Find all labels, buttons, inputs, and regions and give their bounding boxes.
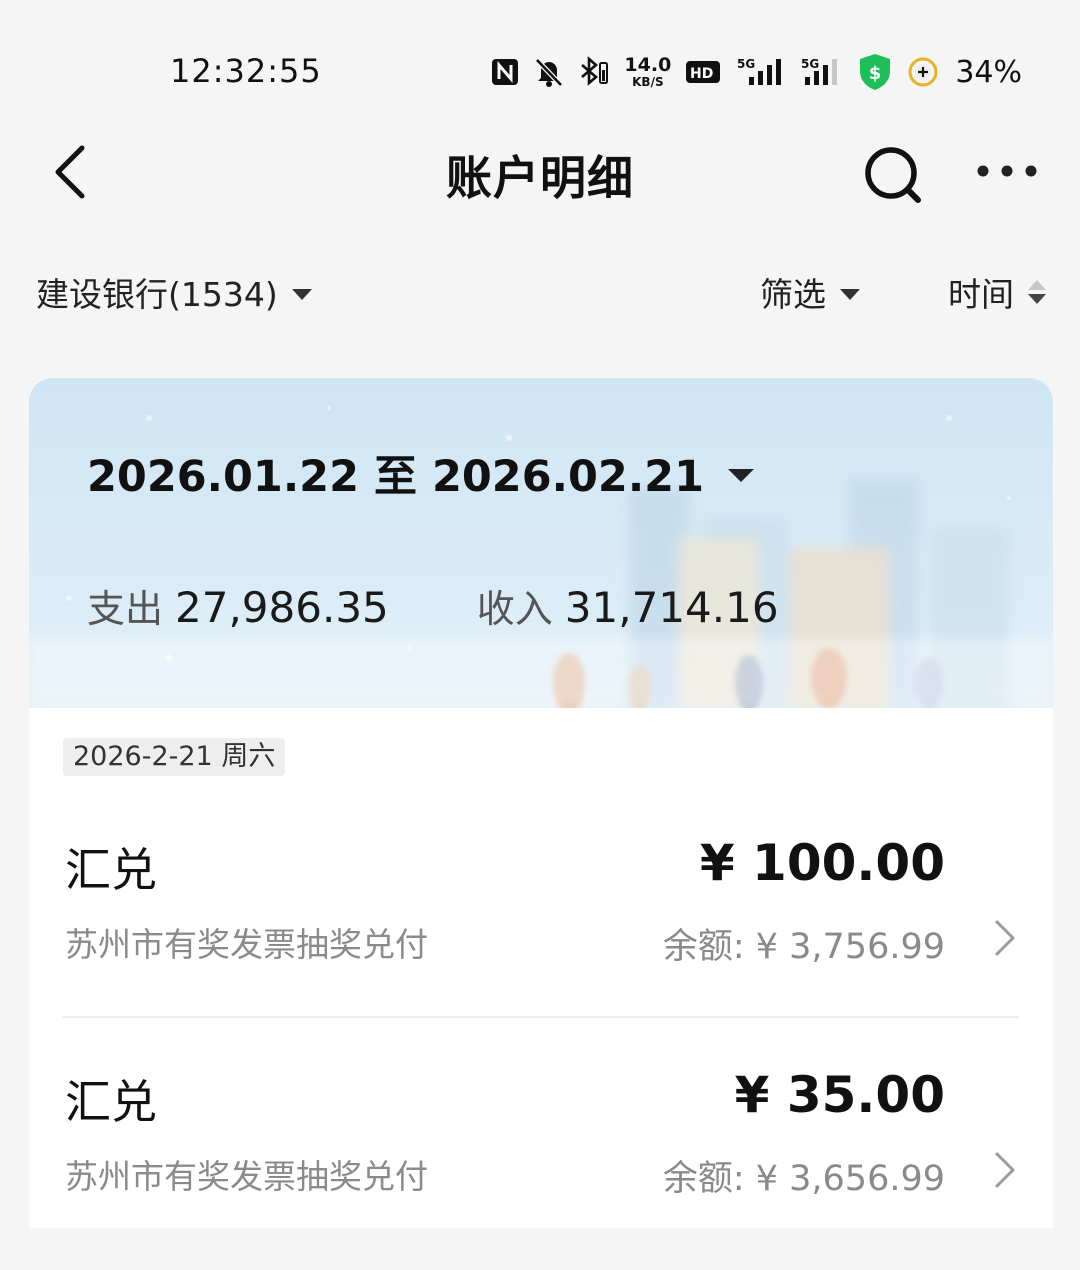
security-shield-icon: $ xyxy=(857,52,893,92)
income-value: 31,714.16 xyxy=(564,583,779,632)
more-icon[interactable] xyxy=(974,156,1040,186)
expense-value: 27,986.35 xyxy=(175,583,389,632)
status-icons: 14.0 KB/S HD 5G 5G $ 34% xyxy=(490,50,1022,94)
nfc-icon xyxy=(490,57,520,87)
date-group-header: 2026-2-21 周六 xyxy=(63,738,286,776)
transaction-amount: ¥ 100.00 xyxy=(699,834,945,892)
chevron-down-icon xyxy=(840,288,860,300)
battery-saver-icon xyxy=(907,56,939,88)
signal-5g-icon: 5G xyxy=(735,55,787,89)
filter-button[interactable]: 筛选 xyxy=(760,268,860,316)
date-range-selector[interactable]: 2026.01.22 至 2026.02.21 xyxy=(87,442,754,504)
transaction-balance: 余额: ¥ 3,656.99 xyxy=(662,1159,945,1199)
transaction-description: 苏州市有奖发票抽奖兑付 xyxy=(65,1157,428,1196)
transaction-description: 苏州市有奖发票抽奖兑付 xyxy=(65,925,428,964)
income-label: 收入 xyxy=(476,587,553,631)
expense-label: 支出 xyxy=(87,587,164,631)
bluetooth-battery-icon xyxy=(578,56,610,88)
svg-text:$: $ xyxy=(869,63,882,84)
search-icon[interactable] xyxy=(862,144,926,208)
account-selector[interactable]: 建设银行(1534) xyxy=(36,268,312,316)
transaction-row[interactable]: 汇兑 ¥ 100.00 苏州市有奖发票抽奖兑付 余额: ¥ 3,756.99 xyxy=(29,806,1053,1038)
signal-5g-icon: 5G xyxy=(801,55,843,89)
divider xyxy=(63,1016,1019,1018)
app-header: 账户明细 xyxy=(0,130,1080,214)
filter-row: 建设银行(1534) 筛选 时间 xyxy=(0,262,1080,322)
account-label: 建设银行(1534) xyxy=(36,275,278,314)
status-time: 12:32:55 xyxy=(170,52,322,90)
sort-icon xyxy=(1028,280,1046,304)
banner-illustration xyxy=(29,406,1053,708)
totals: 支出 27,986.35 收入 31,714.16 xyxy=(87,578,779,633)
sort-time-button[interactable]: 时间 xyxy=(948,268,1046,316)
transaction-balance: 余额: ¥ 3,756.99 xyxy=(662,927,945,967)
svg-text:HD: HD xyxy=(690,66,713,82)
chevron-down-icon xyxy=(728,468,754,482)
chevron-right-icon xyxy=(991,1148,1019,1192)
sort-label: 时间 xyxy=(948,275,1014,314)
transaction-title: 汇兑 xyxy=(65,843,157,897)
chevron-down-icon xyxy=(291,288,312,300)
status-bar: 12:32:55 14.0 KB/S HD 5G 5G $ 34% xyxy=(0,0,1080,130)
mute-icon xyxy=(534,56,564,88)
hd-icon: HD xyxy=(685,59,721,85)
battery-percent: 34% xyxy=(955,54,1022,90)
chevron-right-icon xyxy=(991,916,1019,960)
svg-text:5G: 5G xyxy=(737,57,755,71)
network-speed: 14.0 KB/S xyxy=(624,54,672,89)
date-range-label: 2026.01.22 至 2026.02.21 xyxy=(87,452,704,502)
transaction-list: 2026-2-21 周六 汇兑 ¥ 100.00 苏州市有奖发票抽奖兑付 余额:… xyxy=(29,708,1053,1228)
summary-banner: 2026.01.22 至 2026.02.21 支出 27,986.35 收入 … xyxy=(29,378,1053,708)
transaction-amount: ¥ 35.00 xyxy=(734,1066,945,1124)
svg-text:5G: 5G xyxy=(801,57,819,71)
transaction-row[interactable]: 汇兑 ¥ 35.00 苏州市有奖发票抽奖兑付 余额: ¥ 3,656.99 xyxy=(29,1038,1053,1270)
transaction-title: 汇兑 xyxy=(65,1075,157,1129)
filter-label: 筛选 xyxy=(760,275,826,314)
